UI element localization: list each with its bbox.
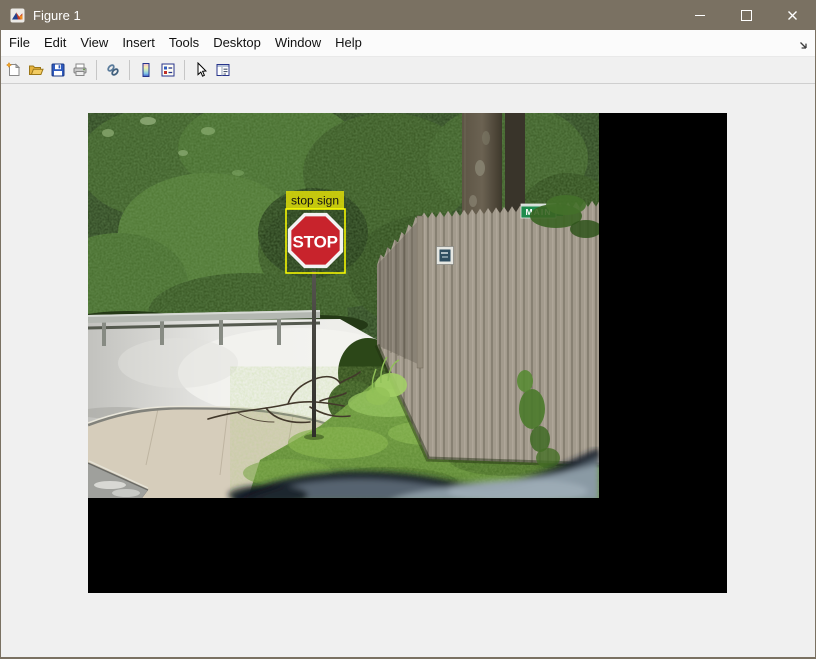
maximize-button[interactable] (723, 0, 769, 30)
menu-view[interactable]: View (73, 30, 115, 56)
close-button[interactable] (769, 0, 815, 30)
save-figure-button[interactable] (47, 58, 69, 82)
open-file-button[interactable] (25, 58, 47, 82)
figure-toolbar (1, 57, 815, 84)
window-title: Figure 1 (33, 8, 81, 23)
new-figure-button[interactable] (3, 58, 25, 82)
insert-colorbar-icon (138, 62, 154, 78)
property-inspector-icon (215, 62, 231, 78)
toolbar-separator (129, 60, 130, 80)
stop-sign: STOP (290, 215, 342, 267)
toolbar-separator (96, 60, 97, 80)
insert-colorbar-button[interactable] (135, 58, 157, 82)
property-inspector-button[interactable] (212, 58, 234, 82)
menu-window[interactable]: Window (268, 30, 328, 56)
minimize-button[interactable] (677, 0, 723, 30)
menubar: File Edit View Insert Tools Desktop Wind… (1, 30, 815, 57)
toolbar-separator (184, 60, 185, 80)
maximize-icon (741, 10, 752, 21)
menu-insert[interactable]: Insert (115, 30, 162, 56)
figure-axes: STOP stop sign (88, 113, 727, 593)
detection-label: stop sign (291, 194, 339, 208)
dock-figure-arrow-icon[interactable] (798, 38, 809, 56)
save-figure-icon (50, 62, 66, 78)
menu-edit[interactable]: Edit (37, 30, 73, 56)
link-plot-icon (105, 62, 121, 78)
figure-image: STOP stop sign (88, 113, 727, 593)
close-icon (787, 10, 798, 21)
matlab-logo-icon (10, 8, 25, 23)
titlebar: Figure 1 (1, 0, 815, 30)
open-file-icon (28, 62, 44, 78)
print-figure-icon (72, 62, 88, 78)
figure-window: Figure 1 File Edit View Insert Tools Des… (0, 0, 816, 659)
fence (377, 201, 599, 465)
fence-sign (437, 247, 454, 265)
edit-plot-button[interactable] (190, 58, 212, 82)
figure-canvas: STOP stop sign (1, 84, 815, 657)
insert-legend-button[interactable] (157, 58, 179, 82)
new-figure-icon (6, 62, 22, 78)
link-plot-button[interactable] (102, 58, 124, 82)
print-figure-button[interactable] (69, 58, 91, 82)
menu-help[interactable]: Help (328, 30, 369, 56)
insert-legend-icon (160, 62, 176, 78)
minimize-icon (695, 15, 705, 16)
edit-plot-arrow-icon (193, 62, 209, 78)
stop-sign-text: STOP (293, 233, 339, 252)
menu-file[interactable]: File (2, 30, 37, 56)
menu-desktop[interactable]: Desktop (206, 30, 268, 56)
menu-tools[interactable]: Tools (162, 30, 206, 56)
